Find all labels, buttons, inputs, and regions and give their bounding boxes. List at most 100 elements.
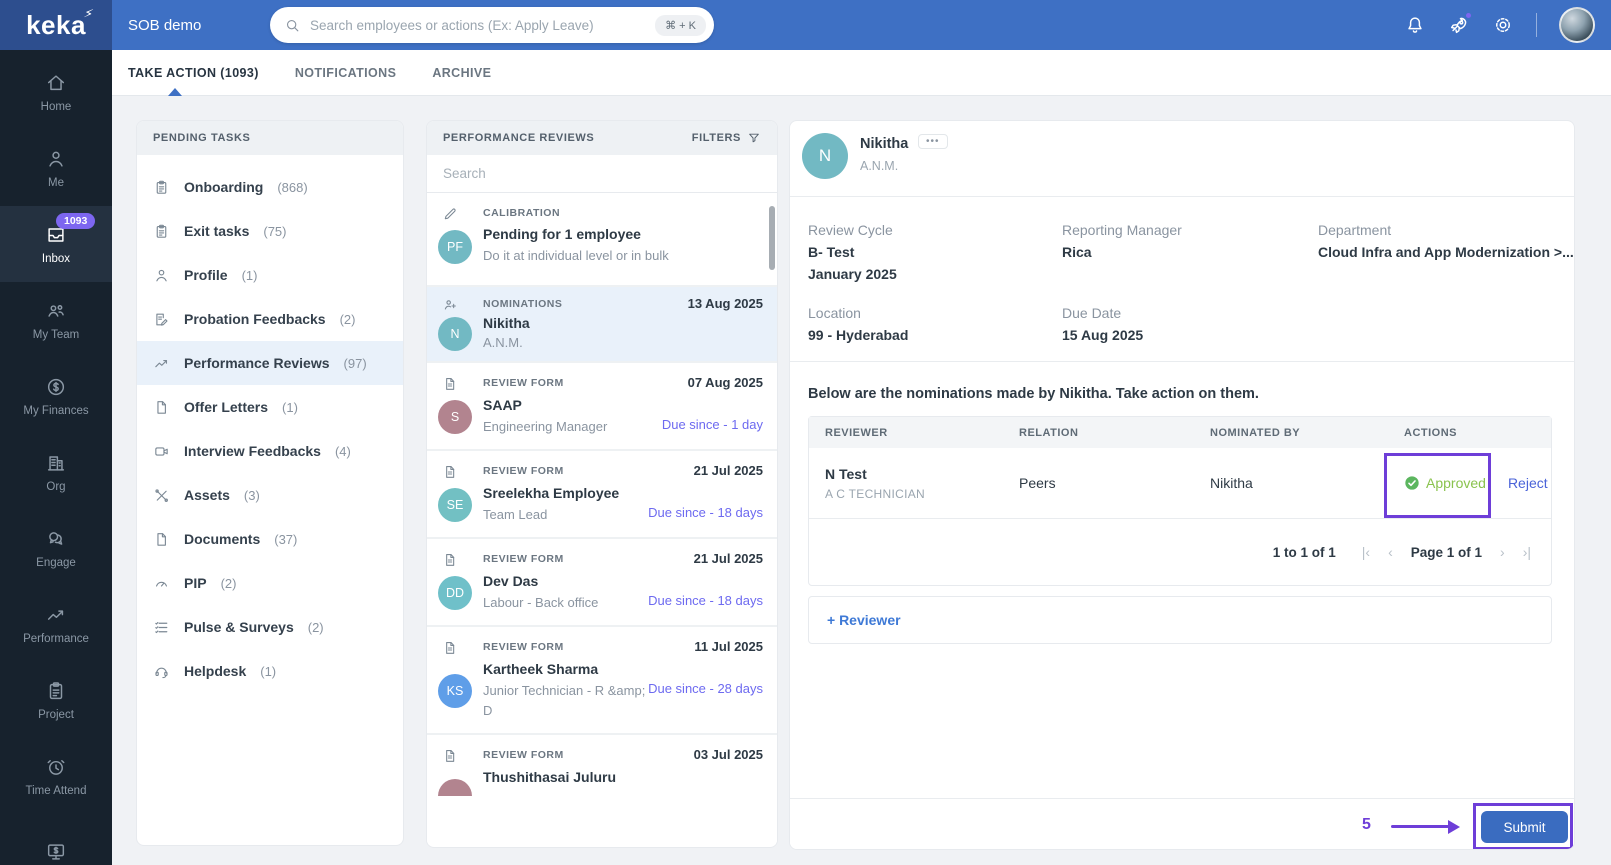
performance-reviews-panel: PERFORMANCE REVIEWS FILTERS PF CALIBRATI… bbox=[426, 120, 778, 848]
tab-archive[interactable]: ARCHIVE bbox=[432, 66, 491, 80]
person-add-icon bbox=[444, 300, 456, 310]
review-form-icon bbox=[446, 378, 455, 390]
pending-item-performance-reviews[interactable]: Performance Reviews (97) bbox=[137, 341, 403, 385]
tab-notifications[interactable]: NOTIFICATIONS bbox=[295, 66, 397, 80]
funnel-icon bbox=[749, 133, 759, 143]
table-row: N Test A C TECHNICIAN Peers Nikitha Appr… bbox=[809, 448, 1551, 519]
clipboard-icon bbox=[156, 224, 167, 238]
user-icon bbox=[49, 151, 63, 167]
review-card-calibration[interactable]: PF CALIBRATION Pending for 1 employee Do… bbox=[427, 193, 777, 287]
active-tab-caret bbox=[168, 88, 182, 96]
last-page-button[interactable]: ›| bbox=[1523, 544, 1531, 560]
sidebar-item-my-finances[interactable]: My Finances bbox=[0, 358, 112, 434]
review-card-dev-das[interactable]: DD REVIEW FORM 21 Jul 2025 Dev Das Labou… bbox=[427, 539, 777, 627]
employee-role: A.N.M. bbox=[860, 159, 899, 173]
reviews-list-scrollbar[interactable] bbox=[769, 206, 775, 270]
pending-item-offer-letters[interactable]: Offer Letters (1) bbox=[137, 385, 403, 429]
detail-avatar: N bbox=[802, 133, 848, 179]
pending-item-exit-tasks[interactable]: Exit tasks (75) bbox=[137, 209, 403, 253]
avatar: DD bbox=[438, 576, 472, 610]
nominations-table: REVIEWER RELATION NOMINATED BY ACTIONS N… bbox=[808, 416, 1552, 586]
pending-item-helpdesk[interactable]: Helpdesk (1) bbox=[137, 649, 403, 693]
shortcut-chip: ⌘ + K bbox=[655, 14, 706, 36]
sidebar-item-org[interactable]: Org bbox=[0, 434, 112, 510]
filters-button[interactable]: FILTERS bbox=[692, 131, 761, 145]
global-search-input[interactable] bbox=[310, 17, 656, 33]
add-reviewer-link[interactable]: + Reviewer bbox=[809, 612, 901, 628]
first-page-button[interactable]: |‹ bbox=[1362, 544, 1370, 560]
sidebar-item-project[interactable]: Project bbox=[0, 662, 112, 738]
field-due-date: Due Date 15 Aug 2025 bbox=[1062, 305, 1144, 343]
tab-take-action[interactable]: TAKE ACTION (1093) bbox=[128, 66, 259, 80]
annotation-arrow bbox=[1391, 819, 1460, 834]
settings-gear-icon[interactable] bbox=[1492, 14, 1514, 36]
file-icon bbox=[157, 400, 166, 414]
check-circle-icon bbox=[1405, 476, 1419, 490]
avatar: KS bbox=[438, 674, 472, 708]
reviews-search[interactable] bbox=[427, 155, 777, 193]
sidebar-item-performance[interactable]: Performance bbox=[0, 586, 112, 662]
chat-bubbles-icon bbox=[49, 531, 63, 545]
sidebar-item-payroll-partial[interactable] bbox=[0, 814, 112, 865]
reviews-search-input[interactable] bbox=[443, 166, 761, 181]
row-range: 1 to 1 of 1 bbox=[1272, 544, 1336, 560]
table-pagination: 1 to 1 of 1 |‹ ‹ Page 1 of 1 › ›| bbox=[809, 519, 1551, 585]
global-search[interactable]: ⌘ + K bbox=[270, 7, 714, 43]
sidebar-item-me[interactable]: Me bbox=[0, 130, 112, 206]
reviewer-name: N Test bbox=[825, 465, 867, 482]
video-camera-icon bbox=[155, 446, 168, 456]
top-bar: keka ⚡ SOB demo ⌘ + K bbox=[0, 0, 1611, 50]
reject-action[interactable]: Reject bbox=[1508, 475, 1548, 491]
field-department: Department Cloud Infra and App Moderniza… bbox=[1318, 222, 1574, 260]
notifications-bell-icon[interactable] bbox=[1404, 14, 1426, 36]
whats-new-rocket-icon[interactable] bbox=[1448, 11, 1473, 36]
sidebar-item-engage[interactable]: Engage bbox=[0, 510, 112, 586]
field-reporting-manager: Reporting Manager Rica bbox=[1062, 222, 1182, 260]
file-icon bbox=[157, 532, 166, 546]
review-form-icon bbox=[446, 750, 455, 762]
pending-item-pulse-surveys[interactable]: Pulse & Surveys (2) bbox=[137, 605, 403, 649]
doc-edit-icon bbox=[156, 313, 168, 326]
pending-item-interview-feedbacks[interactable]: Interview Feedbacks (4) bbox=[137, 429, 403, 473]
avatar: N bbox=[438, 317, 472, 351]
review-card-kartheek[interactable]: KS REVIEW FORM 11 Jul 2025 Kartheek Shar… bbox=[427, 627, 777, 735]
sidebar-item-home[interactable]: Home bbox=[0, 54, 112, 130]
submit-button[interactable]: Submit bbox=[1481, 811, 1568, 843]
sidebar-item-inbox[interactable]: 1093 Inbox bbox=[0, 206, 112, 282]
trend-up-icon bbox=[47, 609, 64, 620]
avatar: S bbox=[438, 400, 472, 434]
gauge-icon bbox=[155, 581, 168, 587]
review-card-saap[interactable]: S REVIEW FORM 07 Aug 2025 SAAP Engineeri… bbox=[427, 363, 777, 451]
rocket-badge-dot bbox=[1464, 11, 1473, 20]
annotation-step-number: 5 bbox=[1362, 816, 1371, 833]
prev-page-button[interactable]: ‹ bbox=[1388, 544, 1393, 560]
pending-item-onboarding[interactable]: Onboarding (868) bbox=[137, 165, 403, 209]
more-options-button[interactable]: ••• bbox=[918, 134, 948, 149]
review-card-sreelekha[interactable]: SE REVIEW FORM 21 Jul 2025 Sreelekha Emp… bbox=[427, 451, 777, 539]
field-location: Location 99 - Hyderabad bbox=[808, 305, 909, 343]
user-avatar[interactable] bbox=[1559, 7, 1595, 43]
trend-up-icon bbox=[155, 359, 168, 367]
nomination-detail-panel: N Nikitha ••• A.N.M. Review Cycle B- Tes… bbox=[789, 120, 1575, 850]
pending-item-pip[interactable]: PIP (2) bbox=[137, 561, 403, 605]
next-page-button[interactable]: › bbox=[1500, 544, 1505, 560]
pending-item-profile[interactable]: Profile (1) bbox=[137, 253, 403, 297]
brand-text: keka bbox=[26, 9, 86, 40]
checklist-icon bbox=[155, 621, 168, 633]
headset-icon bbox=[155, 667, 168, 678]
add-reviewer-box: + Reviewer bbox=[808, 596, 1552, 644]
org-building-icon bbox=[47, 455, 65, 471]
approve-action[interactable]: Approved bbox=[1404, 475, 1486, 491]
review-card-nomination-nikitha[interactable]: N NOMINATIONS 13 Aug 2025 Nikitha A.N.M. bbox=[427, 287, 777, 363]
pending-item-probation-feedbacks[interactable]: Probation Feedbacks (2) bbox=[137, 297, 403, 341]
payroll-monitor-icon bbox=[47, 844, 65, 860]
sidebar-item-my-team[interactable]: My Team bbox=[0, 282, 112, 358]
pencil-icon bbox=[444, 208, 456, 220]
review-card-thushithasai[interactable]: REVIEW FORM 03 Jul 2025 Thushithasai Jul… bbox=[427, 735, 777, 845]
topbar-divider bbox=[1536, 13, 1537, 37]
pending-item-documents[interactable]: Documents (37) bbox=[137, 517, 403, 561]
sidebar-item-time-attend[interactable]: Time Attend bbox=[0, 738, 112, 814]
reviews-panel-title: PERFORMANCE REVIEWS bbox=[443, 132, 595, 144]
keka-logo[interactable]: keka ⚡ bbox=[0, 0, 112, 50]
pending-item-assets[interactable]: Assets (3) bbox=[137, 473, 403, 517]
